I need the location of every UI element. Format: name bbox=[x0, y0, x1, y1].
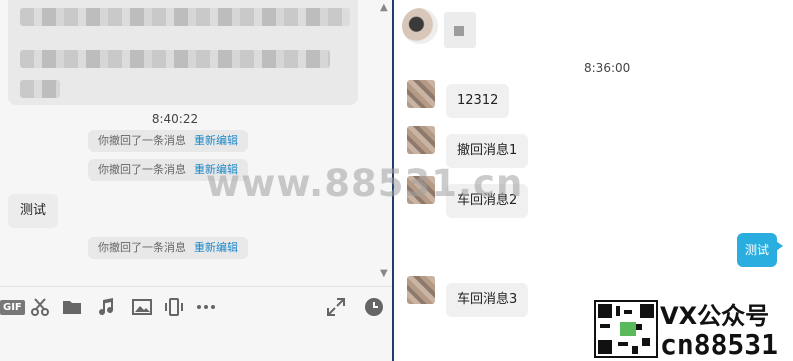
recall-notice-text: 你撤回了一条消息 bbox=[98, 241, 186, 254]
history-icon[interactable] bbox=[364, 297, 384, 317]
watermark-id: cn88531 bbox=[660, 328, 779, 361]
recall-notice: 你撤回了一条消息 重新编辑 bbox=[88, 130, 248, 152]
recall-notice-text: 你撤回了一条消息 bbox=[98, 163, 186, 176]
shake-window-icon[interactable] bbox=[164, 297, 184, 317]
folder-icon[interactable] bbox=[62, 297, 82, 317]
more-icon[interactable] bbox=[196, 297, 216, 317]
watermark-text: www.88531.cn bbox=[206, 162, 524, 205]
incoming-message-bubble[interactable]: 车回消息3 bbox=[446, 283, 529, 317]
scissors-icon[interactable] bbox=[30, 297, 50, 317]
watermark-brand: VX公众号 bbox=[660, 302, 770, 330]
re-edit-link[interactable]: 重新编辑 bbox=[194, 134, 238, 147]
recall-notice: 你撤回了一条消息 重新编辑 bbox=[88, 237, 248, 259]
message-timestamp: 8:40:22 bbox=[151, 112, 199, 126]
incoming-message-bubble[interactable]: 测试 bbox=[8, 194, 59, 228]
music-icon[interactable] bbox=[96, 297, 116, 317]
expand-icon[interactable] bbox=[326, 297, 346, 317]
message-input-area[interactable] bbox=[0, 326, 392, 361]
outgoing-message-bubble[interactable]: 测试 bbox=[737, 233, 783, 267]
incoming-message-bubble[interactable]: 12312 bbox=[446, 84, 510, 118]
chat-toolbar: GIF bbox=[0, 286, 392, 326]
avatar[interactable] bbox=[402, 8, 438, 44]
re-edit-link[interactable]: 重新编辑 bbox=[194, 241, 238, 254]
blurred-content bbox=[454, 26, 464, 36]
gif-icon[interactable]: GIF bbox=[0, 297, 25, 317]
avatar[interactable] bbox=[407, 276, 435, 304]
avatar[interactable] bbox=[407, 80, 435, 108]
blurred-text-line bbox=[20, 8, 350, 26]
avatar[interactable] bbox=[407, 126, 435, 154]
blurred-text-line bbox=[20, 80, 60, 98]
scroll-down-arrow-icon[interactable]: ▼ bbox=[380, 268, 388, 279]
qr-code-icon bbox=[594, 300, 658, 358]
scroll-up-arrow-icon[interactable]: ▲ bbox=[380, 2, 388, 13]
image-icon[interactable] bbox=[132, 297, 152, 317]
blurred-text-line bbox=[20, 50, 330, 68]
blurred-message-bubble bbox=[8, 0, 358, 105]
message-timestamp: 8:36:00 bbox=[584, 61, 631, 75]
recall-notice-text: 你撤回了一条消息 bbox=[98, 134, 186, 147]
